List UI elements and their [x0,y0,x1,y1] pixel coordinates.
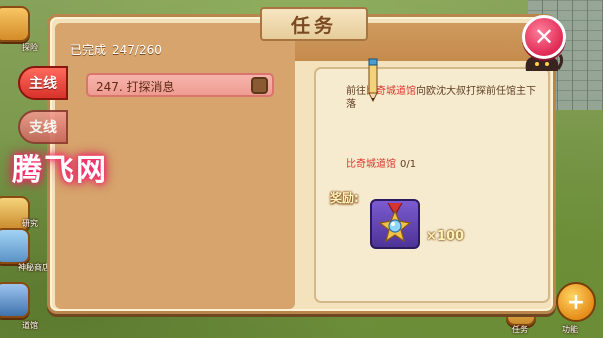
tab-side-quest[interactable]: 支线 [18,110,68,144]
plus-icon: + [566,289,586,315]
research-label: 研究 [22,219,38,228]
progress-value: 247/260 [112,43,162,57]
reward-quantity: ×100 [426,229,465,244]
quest-panel: 任务 已完成 247/260 247. 打探消息 前往比奇城道馆向欧沈大叔打探前任… [47,7,564,314]
page-title: 任务 [290,14,337,37]
goal-name: 比奇城道馆 [346,159,396,170]
explore-label: 探险 [22,43,38,52]
pencil-icon [368,58,378,103]
mystery-shop-label: 神秘商店 [18,263,50,272]
gym-label: 道馆 [22,321,38,330]
quest-item-label: 247. 打探消息 [96,80,175,94]
quest-item[interactable]: 247. 打探消息 [86,73,274,97]
watermark-text: 腾飞网 [12,153,108,188]
quest-detail-card: 前往比奇城道馆向欧沈大叔打探前任馆主下落 比奇城道馆 0/1 奖励: ×100 [314,67,550,303]
medal-reward-icon[interactable] [370,199,420,249]
quest-goal: 比奇城道馆 0/1 [346,155,416,170]
mystery-shop-button[interactable] [0,228,30,264]
goal-count: 0/1 [400,159,417,170]
close-button[interactable]: ✕ [522,15,566,59]
progress-label: 已完成 [70,43,107,57]
tab-main-label: 主线 [29,76,57,92]
function-button[interactable]: + [556,282,596,322]
explore-button[interactable] [0,6,30,42]
function-label: 功能 [562,325,578,334]
quest-status-icon [251,77,268,94]
progress-indicator: 已完成 247/260 [70,41,162,58]
task-label: 任务 [512,325,528,334]
tab-main-quest[interactable]: 主线 [18,66,68,100]
close-icon: ✕ [533,23,555,51]
tab-side-label: 支线 [29,120,57,136]
title-plate: 任务 [260,7,368,41]
reward-label: 奖励: [330,191,359,205]
gym-button[interactable] [0,282,30,318]
desc-prefix: 前往 [346,86,366,97]
